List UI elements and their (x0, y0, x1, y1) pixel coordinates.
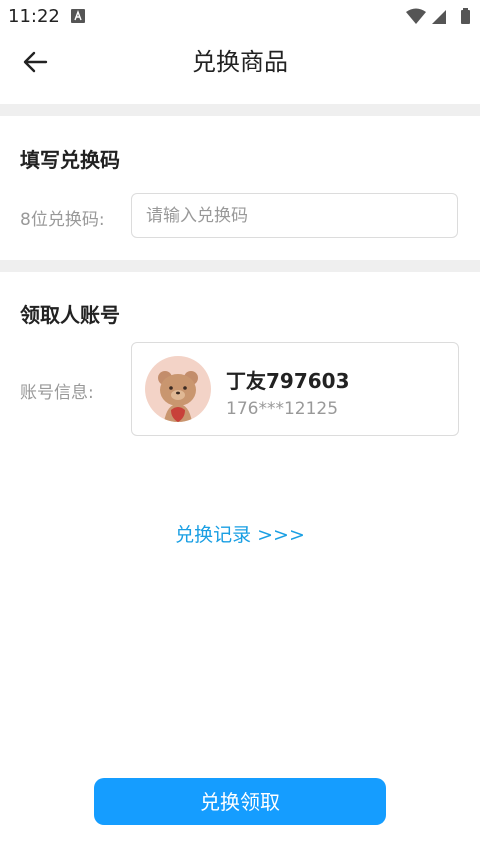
section-divider (0, 260, 480, 272)
avatar (145, 356, 211, 422)
bear-avatar-icon (145, 356, 211, 422)
wifi-icon (406, 8, 426, 24)
code-section-title: 填写兑换码 (20, 148, 120, 172)
page-title: 兑换商品 (192, 48, 288, 76)
status-bar: 11:22 (0, 0, 480, 32)
account-name: 丁友797603 (226, 369, 350, 393)
battery-icon (461, 8, 470, 24)
redeem-history-link[interactable]: 兑换记录 >>> (0, 520, 480, 547)
account-card: 丁友797603 176***12125 (131, 342, 459, 436)
accessibility-a-icon (71, 9, 85, 23)
status-icons (406, 8, 470, 24)
section-divider (0, 104, 480, 116)
account-section-title: 领取人账号 (20, 303, 120, 327)
signal-icon (432, 10, 446, 24)
redeem-code-input[interactable] (131, 193, 458, 238)
redeem-button[interactable]: 兑换领取 (94, 778, 386, 825)
status-time: 11:22 (8, 6, 60, 27)
account-field-label: 账号信息: (20, 383, 94, 403)
app-bar: 兑换商品 (0, 32, 480, 102)
account-phone: 176***12125 (226, 399, 339, 419)
code-field-label: 8位兑换码: (20, 210, 105, 230)
